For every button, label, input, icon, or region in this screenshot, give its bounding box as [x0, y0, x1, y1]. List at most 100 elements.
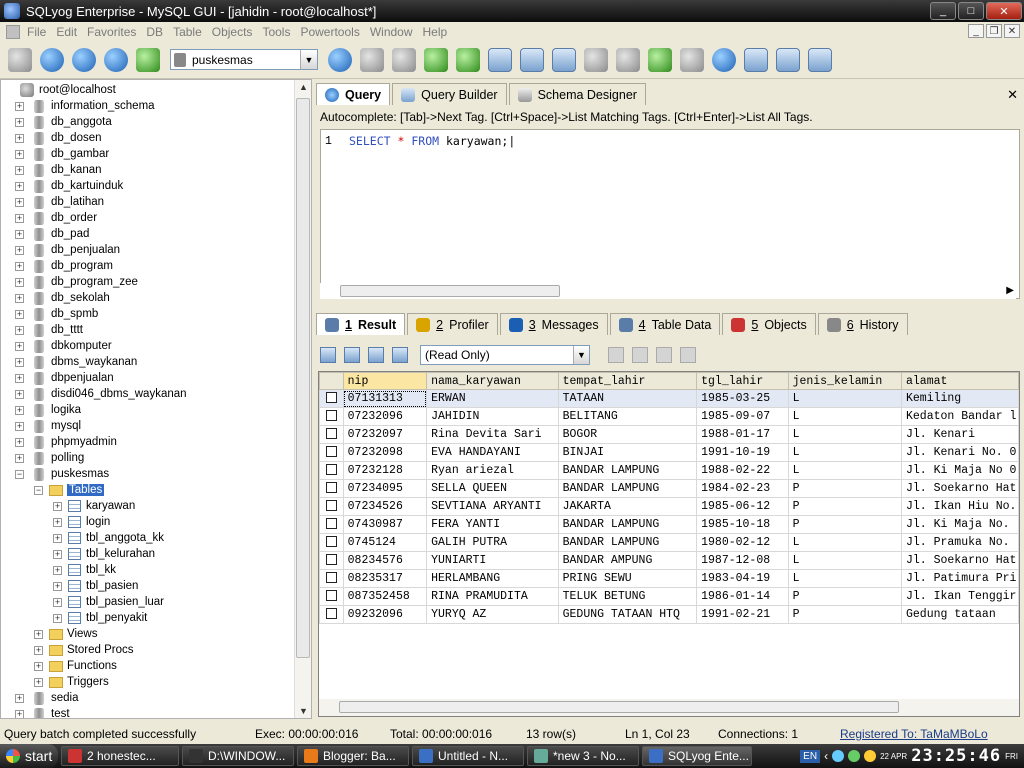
scrollbar-thumb[interactable]: [339, 701, 899, 713]
table-cell[interactable]: JAHIDIN: [426, 407, 559, 426]
volume-icon[interactable]: [864, 750, 877, 762]
execute-edit-icon[interactable]: [104, 47, 128, 72]
mdi-minimize-button[interactable]: _: [968, 24, 984, 38]
table-cell[interactable]: YURYQ AZ: [426, 605, 559, 624]
result-mode-select[interactable]: (Read Only) ▼: [420, 345, 590, 365]
create-database-icon[interactable]: [360, 47, 384, 72]
user-manager-icon[interactable]: [328, 47, 352, 72]
tree-db-item[interactable]: + db_pad: [1, 226, 295, 242]
table-row[interactable]: 07232096 JAHIDIN BELITANG 1985-09-07 L Kedato…: [319, 407, 1019, 426]
expand-icon[interactable]: +: [15, 261, 24, 271]
expand-icon[interactable]: +: [15, 357, 24, 367]
table-cell[interactable]: 08235317: [342, 569, 428, 588]
mdi-close-button[interactable]: ✕: [1004, 24, 1020, 38]
taskbar-item[interactable]: *new 3 - No...: [527, 746, 639, 766]
tree-db-item[interactable]: + db_anggota: [1, 114, 295, 130]
tree-table-item[interactable]: + login: [1, 514, 295, 530]
taskbar-item[interactable]: SQLyog Ente...: [642, 746, 752, 766]
export-icon[interactable]: [584, 47, 608, 72]
tree-scrollbar[interactable]: ▲ ▼: [294, 80, 311, 718]
table-row[interactable]: 07234095 SELLA QUEEN BANDAR LAMPUNG 1984-02…: [319, 479, 1019, 498]
refresh-icon[interactable]: [136, 47, 160, 72]
taskbar-item[interactable]: D:\WINDOW...: [182, 746, 294, 766]
table-cell[interactable]: 1980-02-12: [696, 533, 789, 552]
tray-app-icon[interactable]: [848, 750, 861, 762]
checkbox-icon[interactable]: [325, 464, 337, 476]
filter-icon[interactable]: [656, 347, 672, 363]
row-checkbox[interactable]: [319, 443, 344, 462]
table-row[interactable]: 07232098 EVA HANDAYANI BINJAI 1991-10-19 L Jl…: [319, 443, 1019, 462]
expand-icon[interactable]: +: [15, 437, 24, 447]
menu-help[interactable]: Help: [418, 25, 453, 39]
table-cell[interactable]: L: [787, 407, 903, 426]
tab-result-table-data[interactable]: 4 Table Data: [609, 313, 721, 335]
table-cell[interactable]: GEDUNG TATAAN HTQ: [557, 605, 698, 624]
alter-database-icon[interactable]: [392, 47, 416, 72]
table-cell[interactable]: Jl. Kenari: [901, 425, 1019, 444]
table-cell[interactable]: TATAAN: [557, 389, 698, 408]
checkbox-icon[interactable]: [325, 572, 337, 584]
checkbox-icon[interactable]: [325, 500, 337, 512]
expand-icon[interactable]: +: [15, 277, 24, 287]
expand-icon[interactable]: +: [15, 245, 24, 255]
table-cell[interactable]: Kedaton Bandar l: [901, 407, 1019, 426]
taskbar-item[interactable]: Untitled - N...: [412, 746, 524, 766]
tree-db-item[interactable]: + db_program: [1, 258, 295, 274]
table-cell[interactable]: BANDAR LAMPUNG: [557, 479, 698, 498]
table-cell[interactable]: HERLAMBANG: [426, 569, 559, 588]
migration-icon[interactable]: [680, 47, 704, 72]
expand-icon[interactable]: +: [53, 533, 62, 543]
expand-icon[interactable]: +: [15, 117, 24, 127]
table-cell[interactable]: P: [787, 515, 903, 534]
tree-folder-item[interactable]: + Views: [1, 626, 295, 642]
table-cell[interactable]: P: [787, 497, 903, 516]
expand-icon[interactable]: +: [34, 661, 43, 671]
table-cell[interactable]: 07430987: [342, 515, 428, 534]
tree-db-item[interactable]: + sedia: [1, 690, 295, 706]
table-cell[interactable]: SELLA QUEEN: [426, 479, 559, 498]
form-view-icon[interactable]: [392, 347, 408, 363]
close-button[interactable]: ✕: [986, 2, 1022, 20]
table-row[interactable]: 07131313 ERWAN TATAAN 1985-03-25 L Kemiling: [319, 389, 1019, 408]
expand-icon[interactable]: +: [15, 693, 24, 703]
tree-folder-tables[interactable]: − Tables: [1, 482, 295, 498]
checkbox-icon[interactable]: [325, 608, 337, 620]
chevron-down-icon[interactable]: ▼: [300, 50, 317, 69]
table-cell[interactable]: BANDAR AMPUNG: [557, 551, 698, 570]
expand-icon[interactable]: +: [15, 165, 24, 175]
expand-icon[interactable]: +: [53, 613, 62, 623]
tree-table-item[interactable]: + tbl_anggota_kk: [1, 530, 295, 546]
table-cell[interactable]: 1984-02-23: [696, 479, 789, 498]
table-cell[interactable]: 0745124: [342, 533, 428, 552]
chevron-down-icon[interactable]: ▼: [573, 346, 589, 364]
import-icon[interactable]: [616, 47, 640, 72]
tree-table-item[interactable]: + tbl_penyakit: [1, 610, 295, 626]
menu-edit[interactable]: Edit: [51, 25, 82, 39]
table-cell[interactable]: Jl. Patimura Pri: [901, 569, 1019, 588]
expand-icon[interactable]: +: [15, 181, 24, 191]
tree-db-item[interactable]: + db_tttt: [1, 322, 295, 338]
table-cell[interactable]: L: [787, 551, 903, 570]
menu-powertools[interactable]: Powertools: [295, 25, 364, 39]
table-row[interactable]: 07232097 Rina Devita Sari BOGOR 1988-01-17 L…: [319, 425, 1019, 444]
expand-icon[interactable]: +: [53, 581, 62, 591]
scrollbar-thumb[interactable]: [340, 285, 560, 297]
table-grid-icon[interactable]: [520, 47, 544, 72]
table-cell[interactable]: L: [787, 425, 903, 444]
sql-code[interactable]: SELECT * FROM karyawan;|: [349, 134, 515, 148]
scroll-right-icon[interactable]: ▶: [1006, 285, 1014, 296]
tab-result-messages[interactable]: 3 Messages: [499, 313, 608, 335]
table-cell[interactable]: Jl. Ki Maja No 0: [901, 461, 1019, 480]
table-cell[interactable]: BELITANG: [557, 407, 698, 426]
tree-db-item[interactable]: + dbpenjualan: [1, 370, 295, 386]
expand-icon[interactable]: +: [53, 565, 62, 575]
table-cell[interactable]: 087352458: [342, 587, 428, 606]
tree-db-item[interactable]: + test: [1, 706, 295, 718]
database-select[interactable]: puskesmas ▼: [170, 49, 318, 70]
minimize-button[interactable]: _: [930, 2, 956, 20]
tree-db-item[interactable]: + phpmyadmin: [1, 434, 295, 450]
table-cell[interactable]: 1991-10-19: [696, 443, 789, 462]
table-cell[interactable]: Gedung tataan: [901, 605, 1019, 624]
diagram-icon[interactable]: [808, 47, 832, 72]
report-icon[interactable]: [776, 47, 800, 72]
